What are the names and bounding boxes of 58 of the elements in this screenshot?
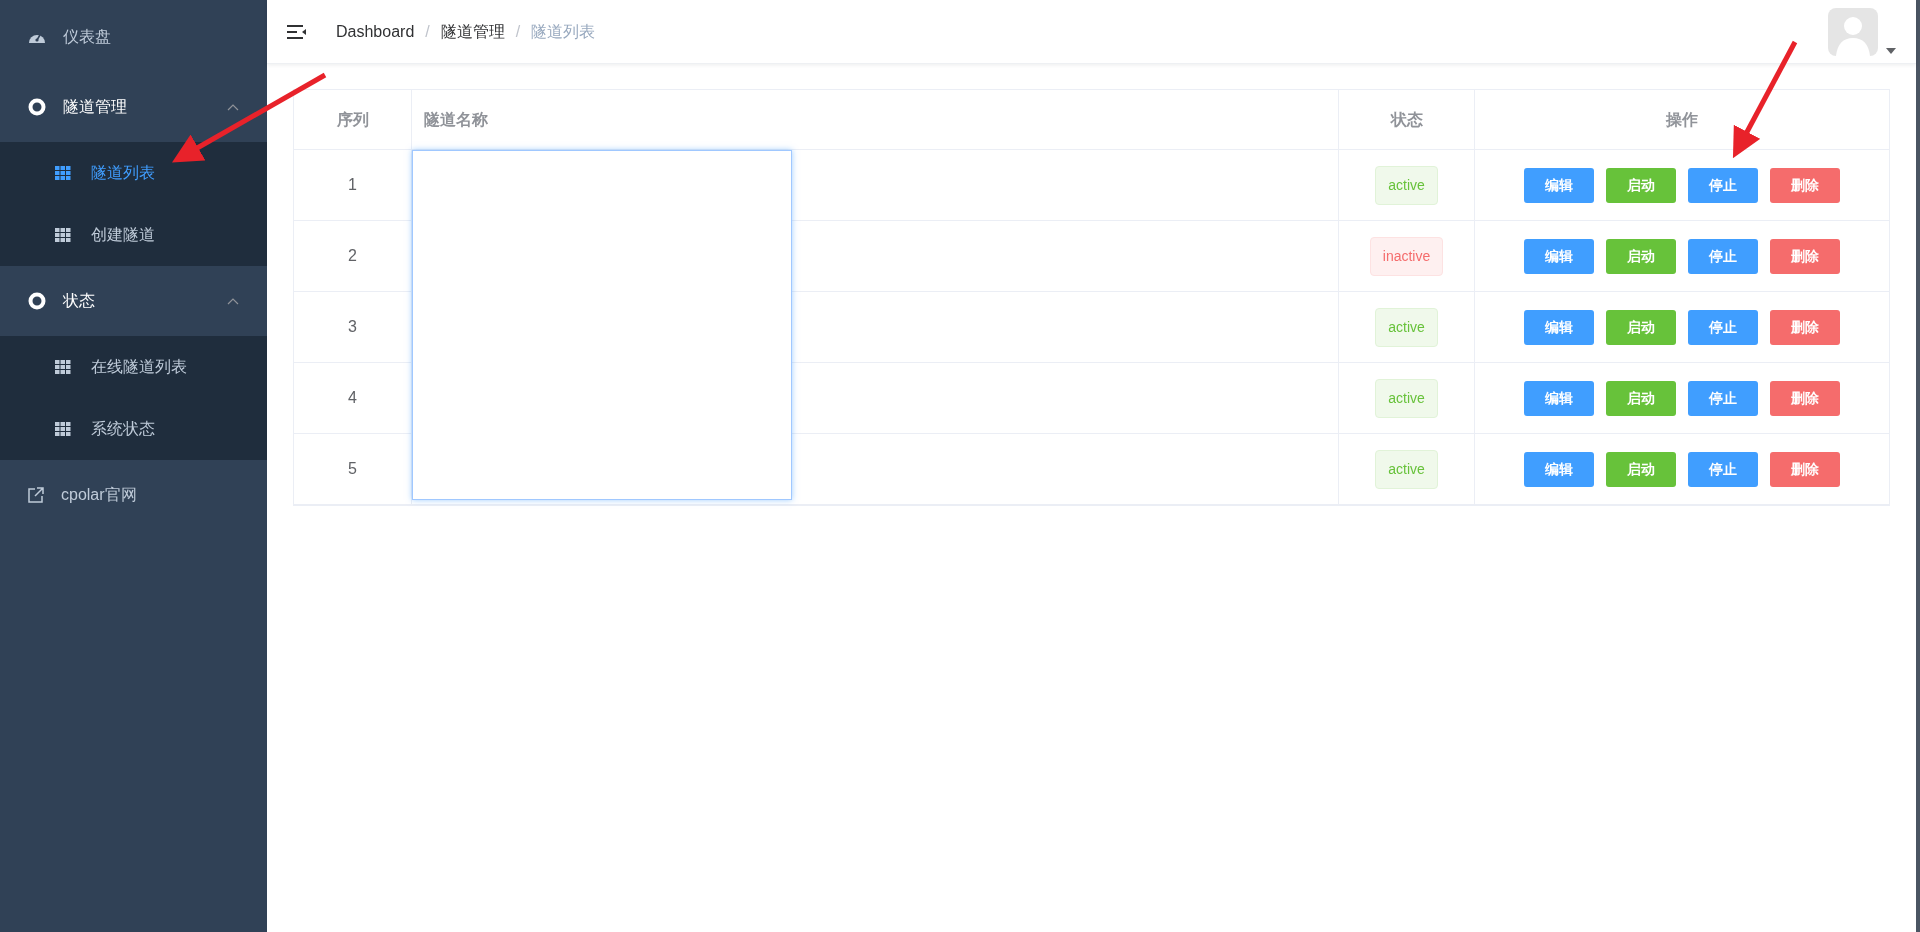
breadcrumb-separator: / <box>515 21 521 42</box>
action-button[interactable]: 启动 <box>1606 167 1676 203</box>
status-tag: active <box>1375 449 1438 489</box>
action-button[interactable]: 删除 <box>1770 309 1840 345</box>
menu-item[interactable]: 在线隧道列表 <box>0 336 267 398</box>
table-cell-text: 3 <box>348 317 357 337</box>
action-button[interactable]: 停止 <box>1688 238 1758 274</box>
table-cell-text: 5 <box>348 459 357 479</box>
action-button[interactable]: 启动 <box>1606 238 1676 274</box>
lifebuoy-icon <box>28 98 46 116</box>
action-button[interactable]: 启动 <box>1606 309 1676 345</box>
column-header: 操作 <box>1666 109 1698 130</box>
table-icon <box>55 422 71 436</box>
table-cell-text: 2 <box>348 246 357 266</box>
action-button[interactable]: 删除 <box>1770 451 1840 487</box>
action-button[interactable]: 删除 <box>1770 380 1840 416</box>
column-header: 序列 <box>336 109 369 130</box>
action-button[interactable]: 删除 <box>1770 167 1840 203</box>
action-button[interactable]: 停止 <box>1688 309 1758 345</box>
chevron-icon <box>227 103 239 111</box>
action-button[interactable]: 停止 <box>1688 167 1758 203</box>
chevron-icon <box>227 297 239 305</box>
status-tag: active <box>1375 378 1438 418</box>
menu-group[interactable]: 状态 <box>0 266 267 336</box>
action-button[interactable]: 停止 <box>1688 451 1758 487</box>
table-icon <box>55 166 71 180</box>
breadcrumb-separator: / <box>425 21 430 42</box>
table-cell-text: 1 <box>348 175 357 195</box>
menu-item[interactable]: 仪表盘 <box>0 2 267 72</box>
menu-group[interactable]: 隧道管理 <box>0 72 267 142</box>
status-tag: active <box>1375 307 1438 347</box>
breadcrumb-item: 隧道列表 <box>531 21 596 42</box>
menu-icon[interactable] <box>287 23 307 40</box>
lifebuoy-icon <box>28 292 46 310</box>
action-button[interactable]: 启动 <box>1606 380 1676 416</box>
breadcrumb-item[interactable]: 隧道管理 <box>440 19 505 44</box>
breadcrumb-item[interactable]: Dashboard <box>336 19 415 44</box>
menu-item[interactable]: 隧道列表 <box>0 142 267 204</box>
menu-item[interactable]: 创建隧道 <box>0 204 267 266</box>
action-button[interactable]: 启动 <box>1606 451 1676 487</box>
table-icon <box>55 360 71 374</box>
menu-item[interactable]: cpolar官网 <box>0 460 267 530</box>
column-header: 状态 <box>1390 109 1423 130</box>
table-icon <box>55 228 71 242</box>
status-tag: inactive <box>1369 236 1444 276</box>
table-cell-text: 4 <box>348 388 357 408</box>
action-button[interactable]: 编辑 <box>1524 167 1594 203</box>
column-header: 隧道名称 <box>424 109 488 130</box>
action-button[interactable]: 编辑 <box>1524 380 1594 416</box>
action-button[interactable]: 编辑 <box>1524 238 1594 274</box>
action-button[interactable]: 编辑 <box>1524 309 1594 345</box>
external-link-icon <box>28 487 44 503</box>
menu-item[interactable]: 系统状态 <box>0 398 267 460</box>
caret-icon[interactable] <box>1886 48 1896 54</box>
status-tag: active <box>1375 165 1438 205</box>
action-button[interactable]: 删除 <box>1770 238 1840 274</box>
action-button[interactable]: 停止 <box>1688 380 1758 416</box>
action-button[interactable]: 编辑 <box>1524 451 1594 487</box>
